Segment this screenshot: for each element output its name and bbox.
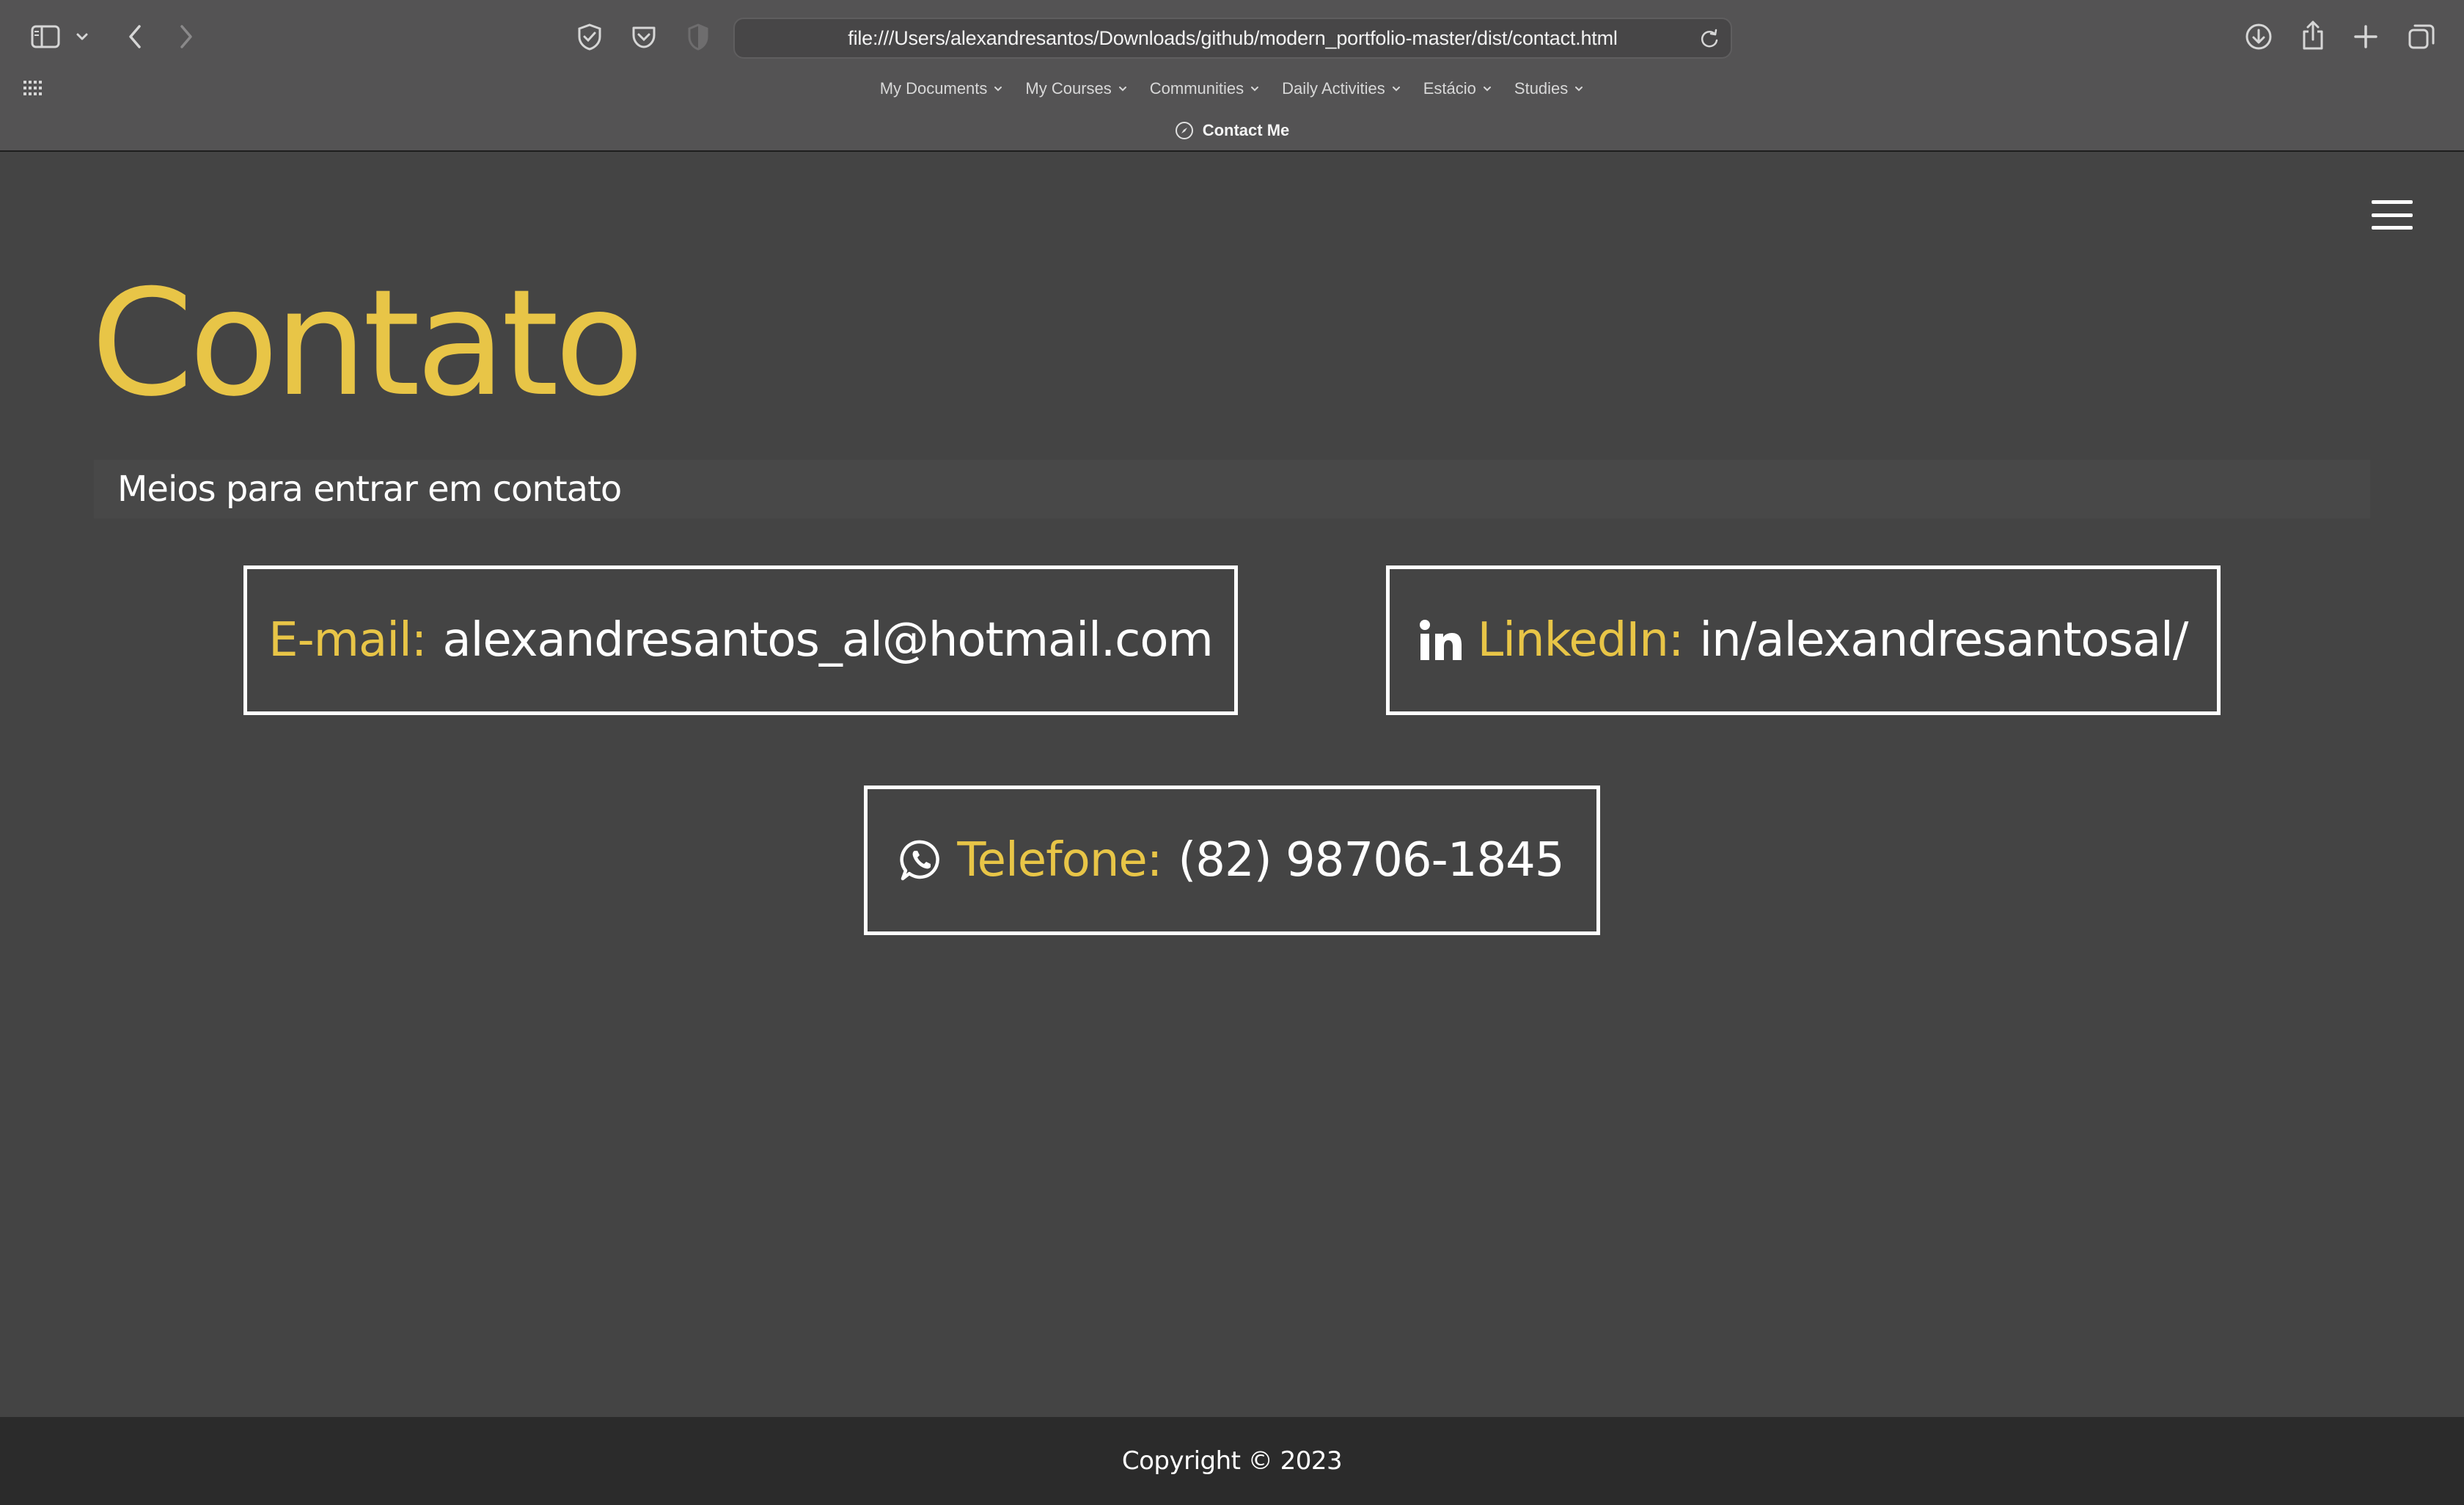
- bookmark-label: My Documents: [879, 79, 988, 98]
- tab-title: Contact Me: [1202, 121, 1290, 139]
- download-icon[interactable]: [2243, 21, 2275, 53]
- forward-icon[interactable]: [172, 22, 201, 51]
- privacy-icon[interactable]: [683, 21, 713, 53]
- chevron-down-icon: [1483, 87, 1491, 92]
- hamburger-menu-icon[interactable]: [2372, 200, 2413, 230]
- linkedin-label: LinkedIn:: [1477, 613, 1684, 667]
- chevron-down-icon: [994, 87, 1002, 92]
- phone-value[interactable]: (82) 98706-1845: [1178, 833, 1564, 887]
- tab-contact-me[interactable]: Contact Me: [1175, 121, 1290, 140]
- share-icon[interactable]: [2298, 18, 2328, 53]
- chevron-down-icon: [1251, 87, 1259, 92]
- linkedin-value[interactable]: in/alexandresantosal/: [1699, 613, 2188, 667]
- pocket-icon[interactable]: [628, 21, 660, 53]
- copyright-text: Copyright © 2023: [1121, 1446, 1343, 1476]
- footer: Copyright © 2023: [0, 1417, 2464, 1505]
- compass-icon: [1175, 122, 1193, 139]
- back-icon[interactable]: [120, 22, 150, 51]
- new-tab-icon[interactable]: [2351, 22, 2380, 51]
- linkedin-contact-box[interactable]: LinkedIn: in/alexandresantosal/: [1386, 565, 2221, 715]
- page-title: Contato: [91, 258, 645, 429]
- bookmark-label: My Courses: [1025, 79, 1112, 98]
- whatsapp-icon: [900, 839, 942, 882]
- browser-toolbar: file:///Users/alexandresantos/Downloads/…: [0, 0, 2464, 152]
- phone-label: Telefone:: [957, 833, 1162, 887]
- bookmark-label: Communities: [1149, 79, 1244, 98]
- linkedin-icon: [1419, 619, 1463, 662]
- shield-icon[interactable]: [573, 21, 606, 53]
- page-content: Contato Meios para entrar em contato E-m…: [0, 152, 2464, 1417]
- chevron-down-icon[interactable]: [73, 28, 91, 45]
- tab-bar: Contact Me: [0, 117, 2464, 144]
- bookmark-folder-daily-activities[interactable]: Daily Activities: [1282, 79, 1401, 98]
- email-value[interactable]: alexandresantos_al@hotmail.com: [442, 613, 1213, 667]
- sidebar-icon[interactable]: [29, 23, 62, 50]
- url-text[interactable]: file:///Users/alexandresantos/Downloads/…: [735, 19, 1731, 57]
- phone-contact-box[interactable]: Telefone: (82) 98706-1845: [864, 786, 1600, 935]
- reload-icon[interactable]: [1698, 28, 1720, 50]
- chevron-down-icon: [1392, 87, 1400, 92]
- chevron-down-icon: [1575, 87, 1583, 92]
- page-subtitle: Meios para entrar em contato: [117, 469, 622, 510]
- subtitle-bar: Meios para entrar em contato: [94, 460, 2370, 519]
- email-contact-box[interactable]: E-mail: alexandresantos_al@hotmail.com: [243, 565, 1238, 715]
- bookmark-label: Estácio: [1423, 79, 1476, 98]
- bookmark-folder-communities[interactable]: Communities: [1150, 79, 1260, 98]
- bookmark-folder-my-courses[interactable]: My Courses: [1025, 79, 1127, 98]
- bookmark-folder-studies[interactable]: Studies: [1514, 79, 1584, 98]
- bookmark-label: Daily Activities: [1282, 79, 1385, 98]
- tab-overview-icon[interactable]: [2405, 21, 2438, 53]
- bookmark-folder-my-documents[interactable]: My Documents: [880, 79, 1004, 98]
- email-label: E-mail:: [268, 613, 427, 667]
- bookmark-label: Studies: [1514, 79, 1569, 98]
- bookmark-folder-estacio[interactable]: Estácio: [1423, 79, 1492, 98]
- address-bar[interactable]: file:///Users/alexandresantos/Downloads/…: [733, 18, 1732, 59]
- chevron-down-icon: [1118, 87, 1126, 92]
- bookmarks-bar: My Documents My Courses Communities Dail…: [0, 73, 2464, 104]
